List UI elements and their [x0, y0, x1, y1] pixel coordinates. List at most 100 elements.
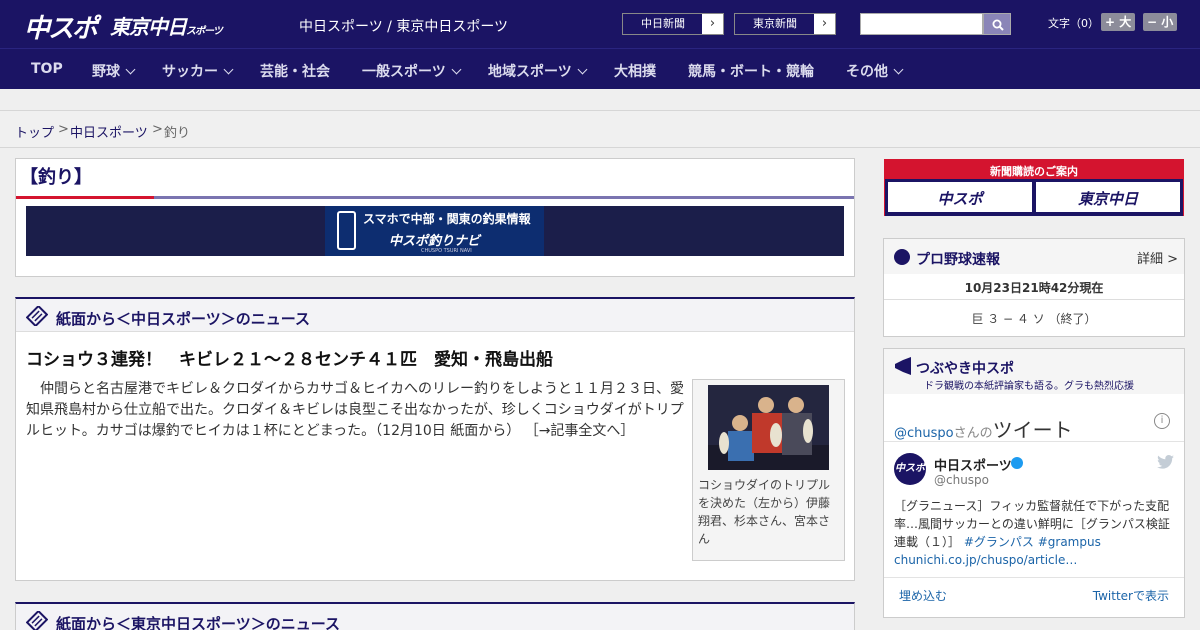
panel-title: プロ野球速報: [916, 252, 1000, 268]
nav-item-label: 地域スポーツ: [488, 64, 572, 80]
chevron-right-icon: ›: [814, 14, 835, 34]
nav-item-label: 野球: [92, 64, 120, 80]
view-on-twitter-link[interactable]: Twitterで表示: [1093, 587, 1169, 604]
game-score[interactable]: 巨 ３ − ４ ソ （終了）: [884, 310, 1184, 327]
article-summary: 仲間らと名古屋港でキビレ＆クロダイからカサゴ＆ヒイカへのリレー釣りをしようと１１…: [26, 379, 686, 442]
timeline-title: ツイート: [992, 418, 1073, 442]
chevron-right-icon: ›: [702, 14, 723, 34]
breadcrumb-top[interactable]: トップ: [15, 122, 54, 141]
section-title: 紙面から＜中日スポーツ＞のニュース: [56, 310, 310, 328]
article-title[interactable]: コショウ３連発！ キビレ２１～２８センチ４１匹 愛知・飛島出船: [26, 345, 553, 370]
subscription-title: 新聞購読のご案内: [990, 165, 1078, 178]
baseball-icon: [894, 249, 910, 265]
banner-content: スマホで中部・関東の釣果情報 中スポ釣りナビ CHUSPO TSURI NAVI: [325, 206, 544, 256]
chevron-down-icon: [577, 64, 588, 75]
font-larger-button[interactable]: + 大: [1101, 13, 1136, 31]
tsuri-navi-banner[interactable]: スマホで中部・関東の釣果情報 中スポ釣りナビ CHUSPO TSURI NAVI: [26, 206, 844, 256]
font-size-label: 文字（0）: [1048, 17, 1099, 30]
breadcrumb-separator: >: [58, 122, 69, 137]
info-icon[interactable]: i: [1154, 413, 1170, 429]
divider: [884, 577, 1184, 578]
twitter-bird-icon[interactable]: [1157, 455, 1174, 469]
ext-link-label: 東京新聞: [735, 14, 815, 34]
tweet-link[interactable]: chunichi.co.jp/chuspo/article…: [894, 553, 1077, 567]
breadcrumb: トップ > 中日スポーツ > 釣り: [0, 110, 1200, 148]
tokyo-chunichi-logo-text: 東京中日: [110, 15, 187, 39]
panel-header: プロ野球速報 詳細 >: [884, 239, 1184, 274]
font-smaller-button[interactable]: − 小: [1143, 13, 1178, 31]
nav-item-label: サッカー: [162, 64, 218, 80]
newspaper-icon: [26, 306, 48, 326]
nav-item-general-sports[interactable]: 一般スポーツ: [362, 61, 462, 81]
baseball-scores-panel: プロ野球速報 詳細 > 10月23日21時42分現在 巨 ３ − ４ ソ （終了…: [883, 238, 1185, 337]
anglers-photo-illustration: [708, 385, 829, 470]
tokyo-shimbun-link[interactable]: 東京新聞 ›: [734, 13, 836, 35]
section-header: 紙面から＜東京中日スポーツ＞のニュース: [16, 604, 854, 630]
newspaper-icon: [26, 611, 48, 630]
news-section-tokyo: 紙面から＜東京中日スポーツ＞のニュース: [15, 602, 855, 630]
nav-item-racing[interactable]: 競馬・ボート・競輪: [688, 61, 814, 81]
photo-caption: コショウダイのトリプルを決めた（左から）伊藤翔君、杉本さん、宮本さん: [698, 478, 831, 546]
chevron-down-icon: [125, 64, 136, 75]
tweet-hashtags[interactable]: #グランパス #grampus: [964, 535, 1101, 549]
nav-item-label: 芸能・社会: [260, 64, 330, 80]
divider: [884, 441, 1184, 442]
ext-link-label: 中日新聞: [623, 14, 703, 34]
score-timestamp: 10月23日21時42分現在: [964, 281, 1104, 295]
nav-item-label: 一般スポーツ: [362, 64, 446, 80]
baseball-details-link[interactable]: 詳細 >: [1137, 248, 1178, 267]
nav-item-soccer[interactable]: サッカー: [162, 61, 234, 81]
section-header: 紙面から＜中日スポーツ＞のニュース: [16, 299, 854, 332]
divider: [884, 299, 1184, 300]
article-photo[interactable]: [708, 385, 829, 470]
search-button[interactable]: [983, 13, 1011, 35]
subscription-buttons: 中スポ 東京中日: [885, 179, 1183, 216]
chevron-down-icon: [451, 64, 462, 75]
tweet-text: ［グラニュース］フィッカ監督就任で下がった支配率…風間サッカーとの違い鮮明に［グ…: [894, 497, 1176, 569]
breadcrumb-separator: >: [152, 122, 163, 137]
subscribe-tokyo-chunichi-button[interactable]: 東京中日: [1036, 182, 1180, 212]
section-title: 紙面から＜東京中日スポーツ＞のニュース: [56, 615, 340, 630]
banner-subtext: CHUSPO TSURI NAVI: [421, 248, 472, 254]
chevron-down-icon: [893, 64, 904, 75]
embed-link[interactable]: 埋め込む: [899, 587, 947, 604]
article-photo-box: コショウダイのトリプルを決めた（左から）伊藤翔君、杉本さん、宮本さん: [692, 379, 845, 561]
chunichi-shimbun-link[interactable]: 中日新聞 ›: [622, 13, 724, 35]
subscription-panel: 新聞購読のご案内 中スポ 東京中日: [884, 159, 1184, 216]
subscribe-button-label: 東京中日: [1077, 190, 1138, 208]
megaphone-icon: [895, 357, 911, 375]
panel-subtitle: ドラ観戦の本紙評論家も語る。グラも熱烈応援: [924, 381, 1134, 392]
tweet-author-handle[interactable]: @chuspo: [934, 473, 989, 487]
nav-item-sumo[interactable]: 大相撲: [614, 61, 656, 81]
breadcrumb-chunichi-sports[interactable]: 中日スポーツ: [70, 122, 148, 141]
avatar[interactable]: 中スポ: [894, 453, 926, 485]
banner-text: スマホで中部・関東の釣果情報: [363, 212, 531, 226]
panel-title: つぶやき中スポ: [916, 361, 1014, 377]
twitter-handle-link[interactable]: @chuspo: [894, 426, 954, 441]
nav-item-other[interactable]: その他: [846, 61, 904, 81]
nav-item-entertainment[interactable]: 芸能・社会: [260, 61, 330, 81]
subscribe-chuspo-button[interactable]: 中スポ: [888, 182, 1032, 212]
chevron-down-icon: [223, 64, 234, 75]
tweet-author-name[interactable]: 中日スポーツ: [934, 455, 1012, 474]
tokyo-chunichi-logo[interactable]: 東京中日スポーツ: [110, 11, 223, 40]
smartphone-icon: [337, 211, 356, 250]
site-title: 中日スポーツ / 東京中日スポーツ: [299, 19, 509, 35]
chuspo-logo[interactable]: 中スポ: [24, 8, 98, 45]
nav-item-label: その他: [846, 64, 888, 80]
site-header: 中スポ 東京中日スポーツ 中日スポーツ / 東京中日スポーツ 中日新聞 › 東京…: [0, 0, 1200, 48]
page-title: 【釣り】: [20, 167, 92, 188]
search-input[interactable]: [860, 13, 983, 35]
subscribe-button-label: 中スポ: [937, 190, 983, 208]
verified-badge-icon: [1011, 457, 1023, 469]
nav-item-local-sports[interactable]: 地域スポーツ: [488, 61, 588, 81]
timeline-heading: @chuspoさんのツイート: [894, 414, 1073, 443]
category-panel: 【釣り】 スマホで中部・関東の釣果情報 中スポ釣りナビ CHUSPO TSURI…: [15, 158, 855, 277]
read-more-link[interactable]: ［→記事全文へ］: [525, 423, 635, 439]
banner-logo-text: 中スポ釣りナビ: [389, 234, 481, 249]
nav-item-top[interactable]: TOP: [31, 61, 63, 77]
nav-item-label: 競馬・ボート・競輪: [688, 64, 814, 80]
nav-item-baseball[interactable]: 野球: [92, 61, 136, 81]
search-icon: [992, 19, 1004, 31]
breadcrumb-current: 釣り: [164, 126, 191, 141]
